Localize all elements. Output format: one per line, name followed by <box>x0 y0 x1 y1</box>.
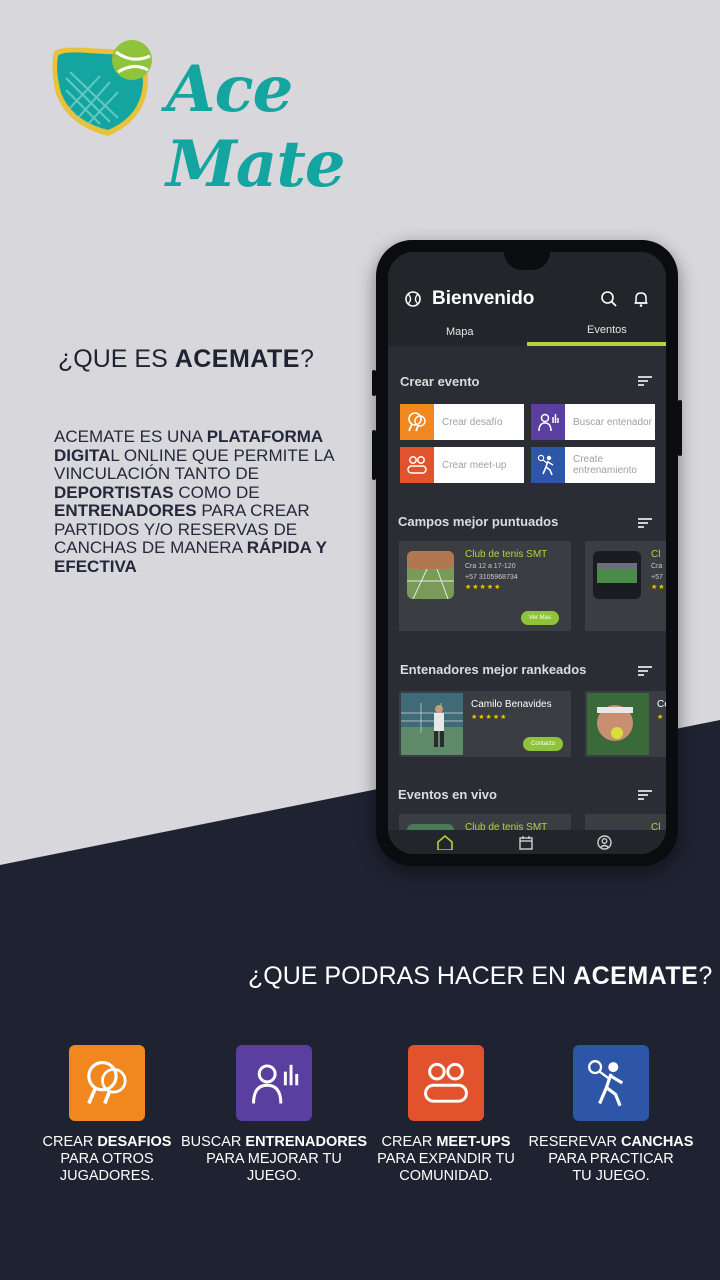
brand-logo: Ace Mate <box>48 38 448 202</box>
filter-icon[interactable] <box>638 790 652 800</box>
bell-icon[interactable] <box>632 290 650 308</box>
field-card[interactable]: Cl Cra +57 ★★ <box>585 541 666 631</box>
field-card[interactable]: Club de tenis SMT Cra 12 a 17-120 +57 31… <box>399 541 571 631</box>
see-more-button[interactable]: Ver Mas <box>521 611 559 625</box>
phone-side-button <box>678 400 682 456</box>
home-icon[interactable] <box>436 834 454 850</box>
bottom-nav <box>388 830 666 854</box>
coach-photo <box>587 693 649 755</box>
find-coach-button[interactable]: Buscar entenador <box>531 404 655 440</box>
feature-meetups-text: CREAR MEET-UPS PARA EXPANDIR TU COMUNIDAD… <box>377 1134 515 1184</box>
filter-icon[interactable] <box>638 518 652 528</box>
meetups-feature-icon <box>408 1045 484 1121</box>
section-title-create-event: Crear evento <box>400 374 480 389</box>
create-challenge-button[interactable]: Crear desafío <box>400 404 524 440</box>
challenges-feature-icon <box>69 1045 145 1121</box>
filter-icon[interactable] <box>638 376 652 386</box>
active-tab-indicator <box>527 342 666 346</box>
rating-stars: ★★★★★ <box>465 583 502 591</box>
feature-courts-text: RESEREVAR CANCHAS PARA PRACTICAR TU JUEGO… <box>528 1134 694 1184</box>
contact-button[interactable]: Contacto <box>523 737 563 751</box>
rackets-icon <box>400 404 434 440</box>
phone-mockup: Bienvenido Mapa Eventos Crear evento Cre… <box>372 240 682 866</box>
tab-map[interactable]: Mapa <box>446 326 474 338</box>
rating-stars: ★★★★★ <box>471 713 508 721</box>
group-icon <box>400 447 434 483</box>
feature-challenges-text: CREAR DESAFIOS PARA OTROS JUGADORES. <box>42 1134 172 1184</box>
filter-icon[interactable] <box>638 666 652 676</box>
player-icon <box>531 447 565 483</box>
search-icon[interactable] <box>600 290 618 308</box>
tab-events[interactable]: Eventos <box>587 324 627 336</box>
brand-name: Ace Mate <box>166 52 346 202</box>
tennis-racket-ball-icon <box>52 40 152 136</box>
section-title-top-coaches: Entenadores mejor rankeados <box>400 662 587 677</box>
coaches-feature-icon <box>236 1045 312 1121</box>
coach-icon <box>531 404 565 440</box>
stadium-photo <box>593 551 641 599</box>
section-title-live-events: Eventos en vivo <box>398 787 497 802</box>
intro-description: ACEMATE ES UNA PLATAFORMA DIGITAL ONLINE… <box>54 427 334 576</box>
features-question: ¿QUE PODRAS HACER EN ACEMATE? <box>248 962 713 990</box>
coach-card[interactable]: Camilo Benavides ★★★★★ Contacto <box>399 691 571 757</box>
courts-feature-icon <box>573 1045 649 1121</box>
phone-screen: Bienvenido Mapa Eventos Crear evento Cre… <box>388 252 666 854</box>
section-title-top-fields: Campos mejor puntuados <box>398 514 559 529</box>
create-training-button[interactable]: Create entrenamiento <box>531 447 655 483</box>
create-meetup-button[interactable]: Crear meet-up <box>400 447 524 483</box>
tennis-court-photo <box>407 551 454 599</box>
profile-icon[interactable] <box>597 835 612 850</box>
coach-photo <box>401 693 463 755</box>
tennis-ball-icon[interactable] <box>404 290 422 308</box>
phone-side-button <box>372 430 376 480</box>
feature-coaches-text: BUSCAR ENTRENADORES PARA MEJORAR TU JUEGO… <box>180 1134 368 1184</box>
coach-card[interactable]: Ce ★ <box>585 691 666 757</box>
phone-side-button <box>372 370 376 396</box>
intro-question: ¿QUE ES ACEMATE? <box>58 345 314 373</box>
calendar-icon[interactable] <box>519 836 533 850</box>
app-title: Bienvenido <box>432 288 535 309</box>
